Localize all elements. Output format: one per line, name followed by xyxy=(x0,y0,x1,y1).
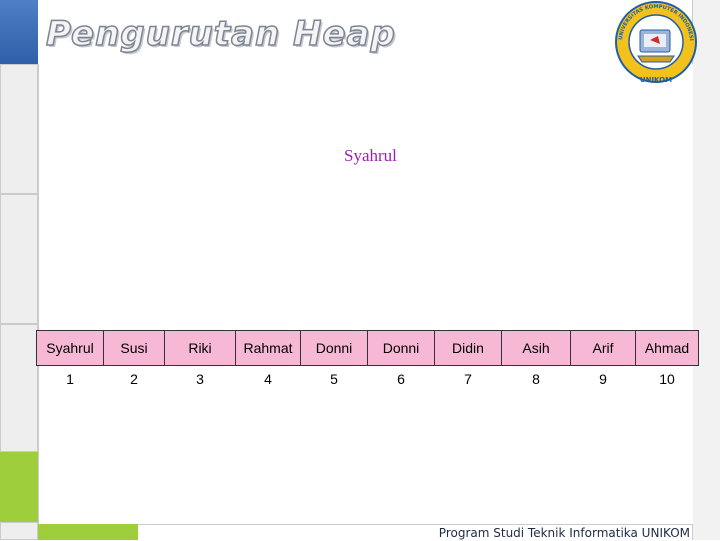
heap-index: 8 xyxy=(532,371,540,387)
grid-cell xyxy=(0,64,38,194)
slide-title: Pengurutan Heap xyxy=(45,13,396,55)
heap-cell: Didin xyxy=(434,330,502,366)
heap-index: 1 xyxy=(66,371,74,387)
grid-cell xyxy=(0,522,38,540)
heap-array-table: Syahrul Susi Riki Rahmat Donni Donni Did… xyxy=(36,330,699,392)
heap-index: 5 xyxy=(330,371,338,387)
footer-text: Program Studi Teknik Informatika UNIKOM xyxy=(438,526,690,540)
accent-block-blue xyxy=(0,0,38,64)
heap-cell: Asih xyxy=(501,330,571,366)
slide-content-area xyxy=(38,64,693,524)
grid-cell xyxy=(0,194,38,324)
heap-index: 4 xyxy=(264,371,272,387)
accent-block-green xyxy=(0,452,38,522)
heap-index-row: 1 2 3 4 5 6 7 8 9 10 xyxy=(37,366,699,393)
svg-text:UNIKOM: UNIKOM xyxy=(640,76,672,84)
heap-root-node-label: Syahrul xyxy=(344,146,397,165)
accent-block-green-bottom xyxy=(38,524,138,540)
heap-cell: Ahmad xyxy=(635,330,699,366)
heap-index: 7 xyxy=(464,371,472,387)
heap-index: 9 xyxy=(599,371,607,387)
heap-cell: Donni xyxy=(300,330,368,366)
heap-cell: Rahmat xyxy=(235,330,301,366)
heap-index: 10 xyxy=(659,371,675,387)
heap-cell: Syahrul xyxy=(36,330,104,366)
heap-index: 2 xyxy=(130,371,138,387)
unikom-logo-icon: UNIKOM UNIVERSITAS KOMPUTER INDONESIA xyxy=(610,0,697,84)
heap-names-row: Syahrul Susi Riki Rahmat Donni Donni Did… xyxy=(36,330,699,366)
grid-cell xyxy=(0,324,38,452)
heap-cell: Susi xyxy=(103,330,165,366)
heap-cell: Riki xyxy=(164,330,236,366)
heap-index: 6 xyxy=(397,371,405,387)
heap-cell: Donni xyxy=(367,330,435,366)
heap-cell: Arif xyxy=(570,330,636,366)
heap-index: 3 xyxy=(196,371,204,387)
